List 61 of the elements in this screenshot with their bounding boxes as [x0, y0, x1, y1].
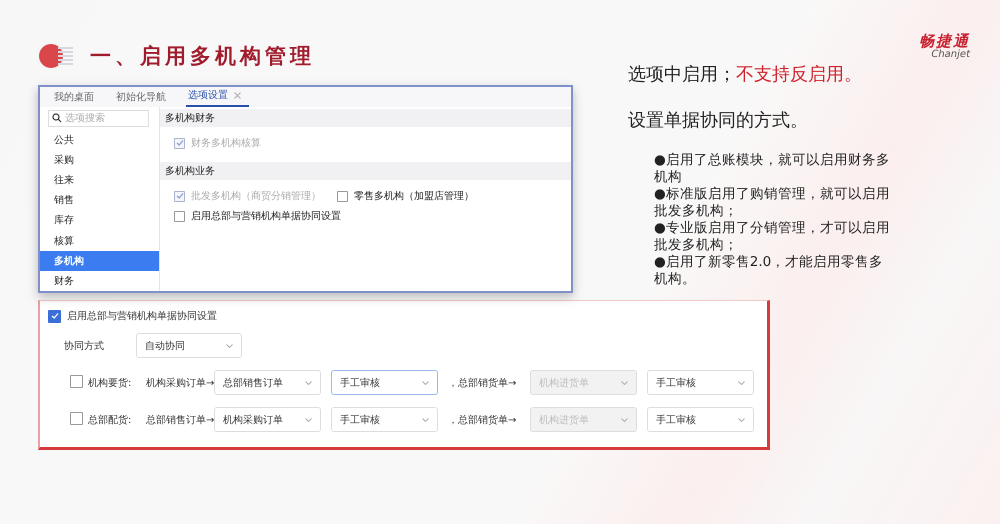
section-heading: 多机构业务 — [160, 162, 571, 180]
row-label: 机构要货: — [88, 378, 132, 388]
checkbox[interactable] — [70, 375, 83, 388]
chevron-down-icon — [305, 418, 312, 422]
check-icon — [50, 312, 58, 320]
row-label: 总部配货: — [88, 414, 132, 426]
note-text: 选项中启用；不支持反启用。 — [628, 62, 863, 86]
dropdown[interactable]: 手工审核 — [331, 370, 438, 395]
sidebar-item[interactable]: 往来 — [40, 170, 159, 190]
bullet-text: ●启用了新零售2.0，才能启用零售多机构。 — [654, 254, 884, 288]
row-label: 机构采购订单→ — [146, 378, 214, 388]
sidebar-item[interactable]: 销售 — [40, 190, 159, 210]
dropdown[interactable]: 自动协同 — [136, 333, 242, 358]
check-icon — [176, 139, 184, 147]
chevron-down-icon — [226, 344, 233, 348]
row-label: ，总部销货单→ — [448, 378, 516, 388]
tab[interactable]: 选项设置 — [186, 88, 249, 107]
row-label: ，总部销货单→ — [448, 414, 516, 426]
title-bullet-icon — [38, 42, 74, 68]
row-label: 总部销售订单→ — [146, 414, 214, 426]
chevron-down-icon — [621, 380, 628, 384]
slide-title: 一、启用多机构管理 — [90, 42, 315, 70]
chevron-down-icon — [738, 418, 745, 422]
checkbox[interactable] — [174, 210, 185, 222]
option-label: 财务多机构核算 — [191, 136, 261, 150]
chevron-down-icon — [422, 380, 429, 384]
option-label: 启用总部与营销机构单据协同设置 — [67, 310, 217, 323]
chevron-down-icon — [621, 418, 628, 422]
sidebar-item[interactable]: 库存 — [40, 210, 159, 230]
dropdown[interactable]: 机构采购订单 — [214, 407, 321, 432]
option-label: 批发多机构（商贸分销管理） — [191, 190, 321, 203]
dropdown[interactable]: 手工审核 — [647, 370, 754, 395]
sidebar-item[interactable]: 多机构 — [40, 250, 159, 271]
search-icon — [52, 113, 62, 124]
tab[interactable]: 初始化导航 — [114, 90, 168, 107]
chevron-down-icon — [738, 380, 745, 384]
dropdown[interactable]: 手工审核 — [331, 407, 438, 432]
checkbox[interactable] — [48, 310, 61, 322]
option-label: 启用总部与营销机构单据协同设置 — [191, 210, 341, 223]
dropdown[interactable]: 总部销售订单 — [214, 370, 321, 395]
bullet-text: ●启用了总账模块，就可以启用财务多机构 — [654, 152, 891, 186]
tab[interactable]: 我的桌面 — [52, 90, 96, 107]
sidebar-item[interactable]: 采购 — [40, 150, 159, 170]
option-label: 零售多机构（加盟店管理） — [354, 190, 474, 203]
bullet-text: ●专业版启用了分销管理，才可以启用批发多机构； — [654, 220, 891, 254]
chevron-down-icon — [305, 380, 312, 384]
checkbox[interactable] — [337, 190, 348, 202]
note-text: 设置单据协同的方式。 — [628, 108, 809, 132]
logo-text: 畅捷通 — [919, 33, 970, 50]
section-heading: 多机构财务 — [160, 109, 571, 127]
check-icon — [176, 192, 184, 200]
close-icon[interactable] — [234, 92, 241, 98]
chevron-down-icon — [422, 418, 429, 422]
field-label: 协同方式 — [64, 340, 105, 352]
sidebar-item[interactable]: 核算 — [40, 230, 159, 251]
bullet-text: ●标准版启用了购销管理，就可以启用批发多机构； — [654, 186, 891, 220]
sidebar-item[interactable]: 公共 — [40, 130, 159, 150]
logo-subtext: Chanjet — [931, 50, 970, 60]
dropdown[interactable]: 手工审核 — [647, 407, 754, 432]
sidebar-item[interactable]: 财务 — [40, 270, 159, 292]
checkbox[interactable] — [70, 412, 83, 425]
